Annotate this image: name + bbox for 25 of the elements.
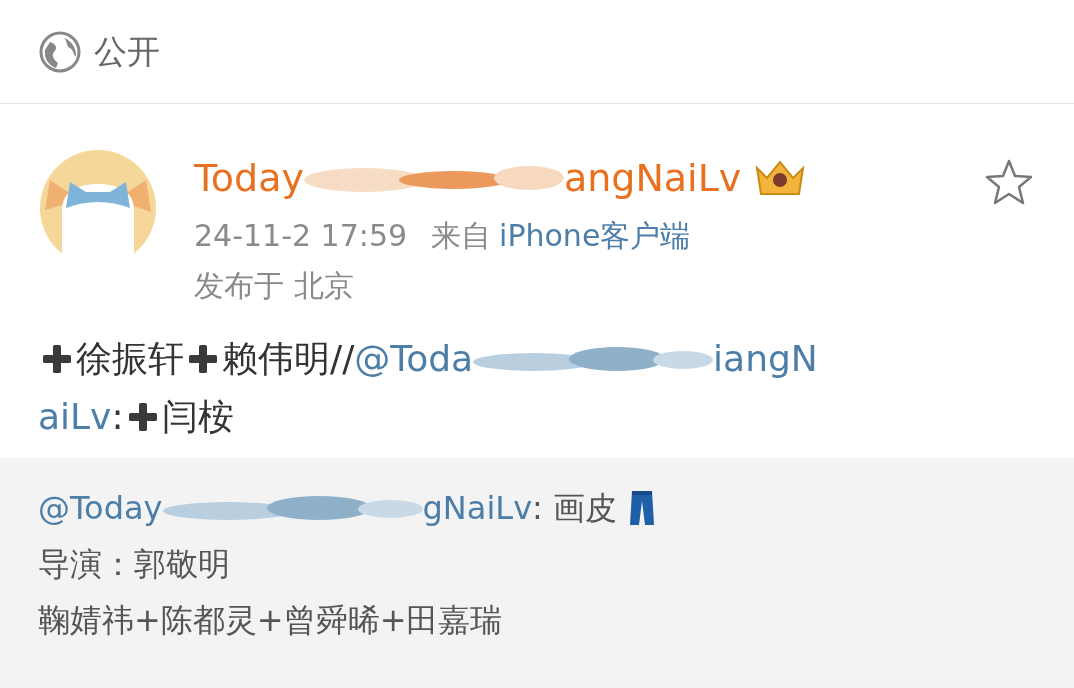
post-location: 发布于 北京 [194,267,355,305]
plus-icon [186,342,220,376]
author-name[interactable]: angNaiLv [563,154,742,202]
jeans-icon [629,489,655,527]
post-text: 徐振轩 [76,337,184,381]
user-mention[interactable]: gNaiLv [422,480,533,536]
post-text: : [111,395,124,439]
globe-icon [38,29,82,74]
visibility-label: 公开 [94,30,160,73]
post-time: 24-11-2 17:59 [194,217,408,255]
user-mention[interactable]: aiLv [38,388,112,446]
plus-icon [40,342,74,376]
source-link[interactable]: iPhone客户端 [499,216,691,256]
user-mention[interactable]: iangN [713,330,818,388]
author-name[interactable]: Today [194,154,304,202]
user-mention[interactable]: @Today [38,480,163,536]
post-text: 闫桉 [161,395,234,439]
post-text: 赖伟明// [222,337,355,381]
source-prefix: 来自 [431,217,492,255]
user-mention[interactable]: @Toda [354,330,474,388]
post-text: 导演：郭敬明 [38,544,230,585]
post-text: : 画皮 [532,488,617,529]
star-icon[interactable] [984,158,1034,206]
post-text: 鞠婧祎+陈都灵+曾舜晞+田嘉瑞 [38,600,503,641]
quoted-post[interactable]: @Today gNaiLv: 画皮 导演：郭敬明 鞠婧祎+陈都灵+曾舜晞+田嘉瑞 [0,458,1074,688]
